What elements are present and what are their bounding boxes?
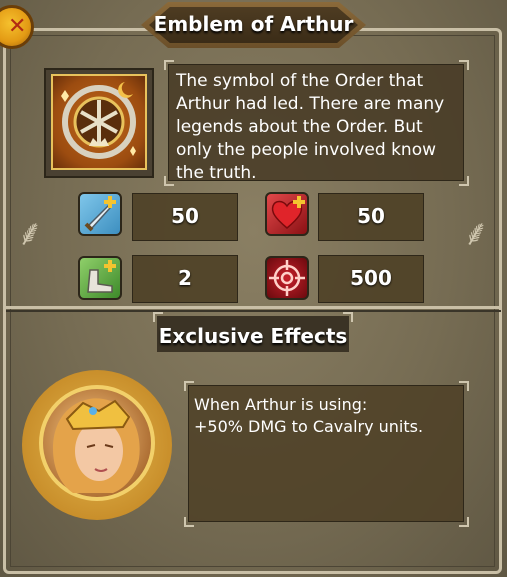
stat-value-health: 50: [357, 204, 385, 228]
stat-value-speed: 2: [178, 266, 192, 290]
exclusive-effects-heading: Exclusive Effects: [158, 324, 348, 348]
effect-corner-br: [459, 517, 469, 527]
stat-value-attack: 50: [171, 204, 199, 228]
item-title: Emblem of Arthur: [153, 12, 354, 36]
exclusive-effect-text: When Arthur is using: +50% DMG to Cavalr…: [194, 394, 460, 438]
sword-plus-icon: [78, 192, 122, 236]
stat-value-accuracy: 500: [350, 266, 392, 290]
effect-line-2: +50% DMG to Cavalry units.: [194, 417, 424, 436]
right-ornament-icon: ⸙: [462, 213, 490, 254]
effect-corner-tr: [459, 381, 469, 391]
hero-portrait[interactable]: [39, 385, 155, 501]
hero-face-icon: [53, 398, 140, 493]
emblem-icon: [51, 74, 147, 170]
effect-corner-bl: [184, 517, 194, 527]
emblem-glyph-icon: [61, 82, 136, 159]
heart-plus-icon: [265, 192, 309, 236]
desc-corner-bl: [164, 176, 174, 186]
left-ornament-icon: ⸙: [16, 213, 44, 254]
target-icon: [265, 256, 309, 300]
heading-corner-tr: [343, 312, 353, 322]
effect-line-1: When Arthur is using:: [194, 395, 368, 414]
boot-plus-icon: [78, 256, 122, 300]
section-divider-shadow: [6, 310, 501, 312]
effect-corner-tl: [184, 381, 194, 391]
heading-corner-tl: [153, 312, 163, 322]
desc-corner-tl: [164, 60, 174, 70]
section-divider: [6, 306, 501, 309]
item-detail-panel: ⸙ ⸙ Emblem of Arthur ✕ The symbol of the…: [0, 0, 507, 577]
desc-corner-tr: [459, 60, 469, 70]
item-description: The symbol of the Order that Arthur had …: [176, 71, 445, 183]
close-icon: ✕: [8, 14, 27, 39]
